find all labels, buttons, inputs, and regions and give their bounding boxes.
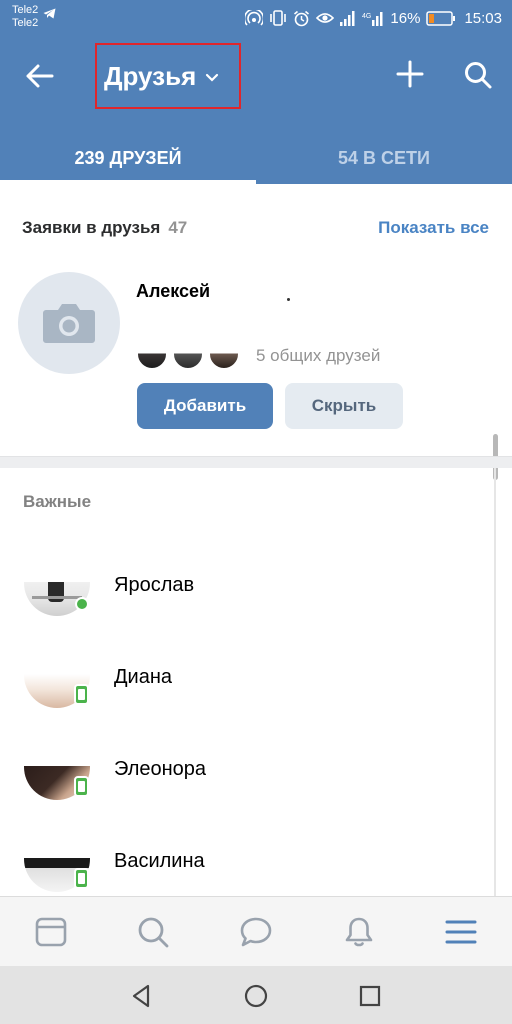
friend-requests-section: Заявки в друзья 47 Показать все Алексей 5… — [0, 184, 512, 480]
mobile-online-indicator — [74, 776, 89, 797]
mobile-online-indicator — [74, 868, 89, 889]
clock: 15:03 — [464, 9, 502, 27]
friend-name: Ярослав — [114, 574, 195, 596]
app-header: Друзья 239 ДРУЗЕЙ 54 В СЕТИ — [0, 36, 512, 184]
system-navigation-bar — [0, 966, 512, 1024]
add-friend-icon[interactable] — [396, 60, 424, 88]
messages-icon[interactable] — [239, 915, 273, 949]
mobile-online-indicator — [74, 684, 89, 705]
telegram-icon — [43, 8, 56, 19]
news-icon[interactable] — [34, 915, 68, 949]
camera-icon — [43, 304, 95, 343]
name-dot — [287, 298, 290, 301]
online-indicator — [75, 597, 89, 611]
system-recents-icon[interactable] — [356, 982, 384, 1010]
carrier-info: Tele2 Tele2 — [12, 4, 38, 30]
network-4g-icon: 4G — [362, 11, 383, 26]
hotspot-icon — [245, 10, 264, 26]
status-icons: 4G 16% 15:03 — [245, 9, 502, 27]
requests-count: 47 — [168, 218, 188, 237]
vibrate-icon — [270, 10, 287, 26]
carrier-2: Tele2 — [12, 17, 39, 29]
mutual-avatar — [136, 342, 168, 370]
search-icon[interactable] — [136, 915, 170, 949]
chevron-down-icon — [206, 73, 219, 82]
mutual-avatar — [172, 342, 204, 370]
carrier-1: Tele2 — [12, 4, 39, 16]
system-back-icon[interactable] — [128, 982, 156, 1010]
add-button[interactable]: Добавить — [137, 383, 273, 429]
system-home-icon[interactable] — [242, 982, 270, 1010]
list-item[interactable]: Ярослав — [0, 560, 496, 644]
notifications-icon[interactable] — [342, 915, 376, 949]
section-divider — [0, 456, 512, 468]
request-name[interactable]: Алексей — [136, 281, 210, 302]
important-section-title: Важные — [23, 492, 92, 511]
signal-icon — [340, 10, 355, 26]
alarm-icon — [294, 10, 310, 26]
show-all-link[interactable]: Показать все — [378, 218, 489, 238]
title-dropdown[interactable]: Друзья — [95, 43, 241, 109]
status-bar: Tele2 Tele2 4G 16% 15:03 — [0, 0, 512, 36]
menu-icon[interactable] — [444, 915, 478, 949]
battery-percent: 16% — [390, 9, 421, 27]
network-type-label: 4G — [362, 13, 371, 20]
requests-title-label: Заявки в друзья — [22, 218, 161, 237]
mutual-friends: 5 общих друзей — [136, 342, 380, 370]
avatar[interactable] — [18, 272, 120, 374]
friend-name: Василина — [114, 850, 205, 872]
requests-title: Заявки в друзья 47 — [22, 218, 187, 238]
page-title: Друзья — [104, 60, 197, 91]
back-arrow-icon[interactable] — [24, 60, 56, 92]
search-icon[interactable] — [463, 60, 493, 90]
friend-name: Диана — [114, 666, 173, 688]
tab-online-friends[interactable]: 54 В СЕТИ — [256, 132, 512, 184]
hide-button[interactable]: Скрыть — [285, 383, 403, 429]
eye-icon — [316, 13, 335, 23]
list-item[interactable]: Диана — [0, 652, 496, 736]
friend-name: Элеонора — [114, 758, 207, 780]
mutual-friends-count[interactable]: 5 общих друзей — [256, 346, 380, 366]
friends-tabs: 239 ДРУЗЕЙ 54 В СЕТИ — [0, 132, 512, 184]
battery-icon — [426, 10, 456, 26]
bottom-navigation — [0, 896, 512, 966]
tab-all-friends[interactable]: 239 ДРУЗЕЙ — [0, 132, 256, 184]
list-item[interactable]: Элеонора — [0, 744, 496, 828]
mutual-avatar — [208, 342, 240, 370]
